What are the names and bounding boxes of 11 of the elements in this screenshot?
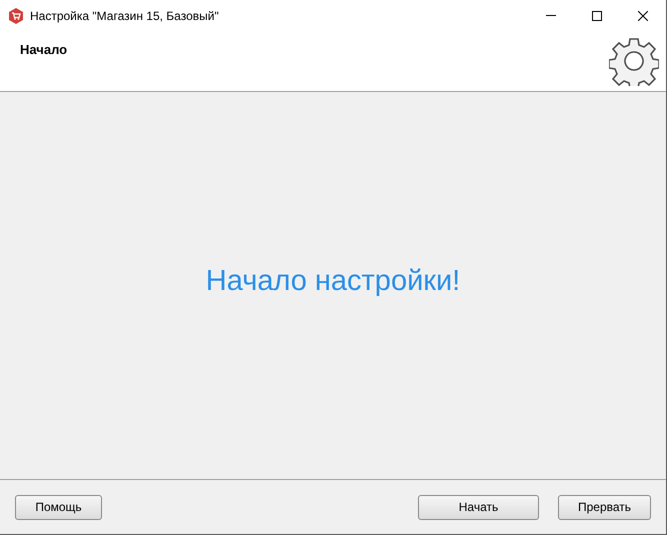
minimize-icon [546,15,556,16]
close-icon [638,10,648,20]
page-title: Начало [20,41,68,59]
maximize-icon [592,10,602,20]
dialog-button[interactable]: Помощь [15,494,102,520]
dialog-button[interactable]: Начать [418,494,539,520]
dialog-button[interactable]: Прервать [558,494,651,520]
welcome-heading: Начало настройки! [206,264,460,299]
app-icon [8,8,24,24]
gear-icon [609,36,659,86]
window-title: Настройка "Магазин 15, Базовый" [30,8,219,24]
